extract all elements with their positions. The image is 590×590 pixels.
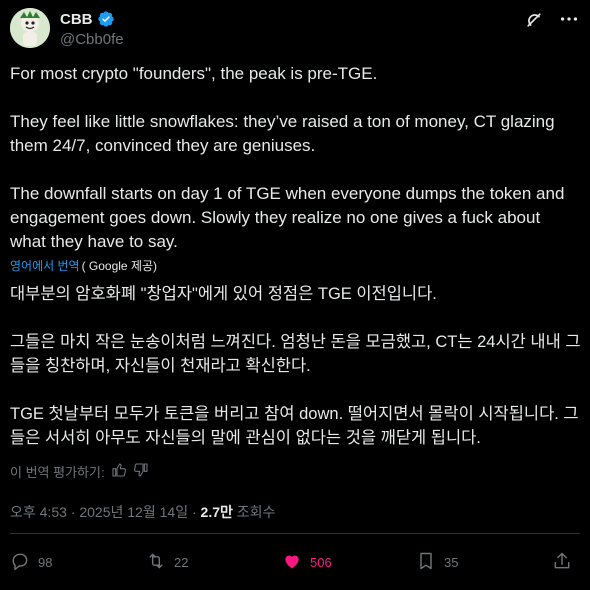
bookmark-count: 35 bbox=[444, 555, 459, 570]
reply-button[interactable]: 98 bbox=[10, 551, 52, 574]
bookmark-icon bbox=[416, 551, 436, 574]
translated-paragraph: 그들은 마치 작은 눈송이처럼 느껴진다. 엄청난 돈을 모금했고, CT는 2… bbox=[10, 333, 581, 375]
thumbs-down-icon[interactable] bbox=[133, 462, 149, 481]
translated-from-link[interactable]: 영어에서 번역 bbox=[10, 257, 80, 274]
heart-icon bbox=[282, 551, 302, 574]
tweet-paragraph: For most crypto "founders", the peak is … bbox=[10, 64, 378, 83]
translation-provider: ( Google 제공) bbox=[81, 259, 158, 273]
translated-paragraph: 대부분의 암호화폐 "창업자"에게 있어 정점은 TGE 이전입니다. bbox=[10, 285, 437, 303]
share-button[interactable] bbox=[552, 551, 572, 574]
translated-text: 대부분의 암호화폐 "창업자"에게 있어 정점은 TGE 이전입니다. 그들은 … bbox=[10, 282, 582, 450]
translation-attribution: 영어에서 번역 ( Google 제공) bbox=[10, 257, 157, 274]
retweet-icon bbox=[146, 551, 166, 574]
views-label: 조회수 bbox=[236, 504, 276, 520]
grok-icon[interactable] bbox=[524, 10, 544, 30]
rate-translation-label: 이 번역 평가하기: bbox=[10, 465, 105, 480]
share-icon bbox=[552, 551, 572, 574]
more-options-icon[interactable] bbox=[558, 8, 580, 30]
author-name[interactable]: CBB bbox=[60, 11, 93, 28]
tweet-time[interactable]: 오후 4:53 bbox=[10, 504, 67, 520]
rate-translation: 이 번역 평가하기: bbox=[10, 462, 149, 481]
verified-badge-icon[interactable] bbox=[97, 10, 115, 28]
author-block: CBB @Cbb0fe bbox=[60, 10, 124, 49]
meta-separator: · bbox=[191, 504, 197, 520]
tweet-date[interactable]: 2025년 12월 14일 bbox=[79, 504, 188, 520]
thumbs-up-icon[interactable] bbox=[111, 462, 127, 481]
meta-separator: · bbox=[70, 504, 76, 520]
avatar-image bbox=[10, 8, 50, 48]
tweet-text: For most crypto "founders", the peak is … bbox=[10, 62, 580, 254]
reply-count: 98 bbox=[38, 555, 53, 570]
bookmark-button[interactable]: 35 bbox=[416, 551, 458, 574]
avatar[interactable] bbox=[10, 8, 50, 48]
translated-paragraph: TGE 첫날부터 모두가 토큰을 버리고 참여 down. 떨어지면서 몰락이 … bbox=[10, 405, 579, 447]
author-handle[interactable]: @Cbb0fe bbox=[60, 31, 124, 48]
tweet-paragraph: The downfall starts on day 1 of TGE when… bbox=[10, 184, 570, 251]
like-count: 506 bbox=[310, 555, 332, 570]
like-button[interactable]: 506 bbox=[282, 551, 332, 574]
reply-icon bbox=[10, 551, 30, 574]
retweet-button[interactable]: 22 bbox=[146, 551, 188, 574]
divider bbox=[10, 533, 580, 534]
tweet-meta: 오후 4:53 · 2025년 12월 14일 · 2.7만 조회수 bbox=[10, 502, 275, 522]
views-count[interactable]: 2.7만 bbox=[201, 504, 233, 520]
retweet-count: 22 bbox=[174, 555, 189, 570]
author-name-row: CBB bbox=[60, 10, 124, 28]
tweet-paragraph: They feel like little snowflakes: they’v… bbox=[10, 112, 560, 155]
action-bar: 98 22 506 35 bbox=[10, 551, 582, 575]
tweet-header: CBB @Cbb0fe bbox=[10, 8, 580, 50]
